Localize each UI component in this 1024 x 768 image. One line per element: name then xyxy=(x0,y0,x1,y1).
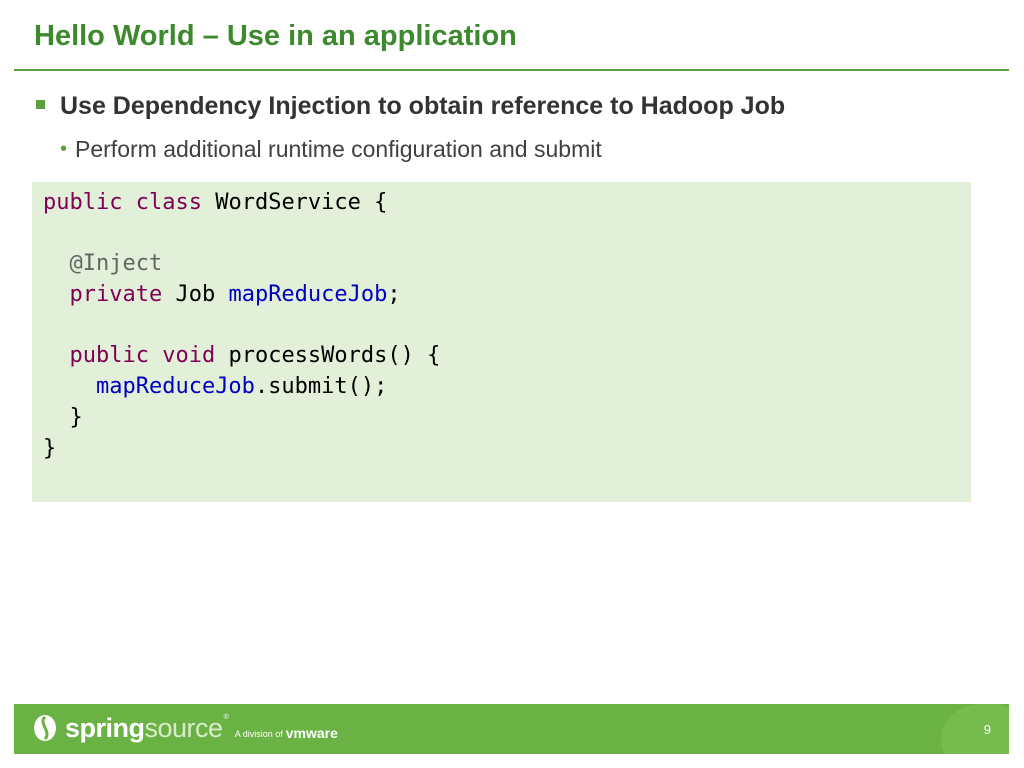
footer-bar: spring source ® A division of vmware 9 xyxy=(14,704,1009,754)
logo-trademark: ® xyxy=(223,714,229,721)
page-number: 9 xyxy=(983,722,991,737)
code-line: public class WordService { xyxy=(43,188,971,219)
code-token: @Inject xyxy=(69,251,163,277)
vmware-logo-text: vmware xyxy=(285,725,338,741)
bullet-level-1: Use Dependency Injection to obtain refer… xyxy=(36,89,785,123)
bullet-level-1-text: Use Dependency Injection to obtain refer… xyxy=(60,91,786,120)
code-token: mapReduceJob xyxy=(95,374,255,400)
code-token: public xyxy=(43,190,123,215)
bullet-level-2: • Perform additional runtime configurati… xyxy=(60,134,602,164)
code-block: public class WordService { @Inject priva… xyxy=(32,182,971,502)
code-token: mapReduceJob xyxy=(228,282,388,308)
code-line: private Job mapReduceJob; xyxy=(43,280,971,311)
code-token: class xyxy=(135,190,202,215)
code-token: private xyxy=(69,282,163,308)
code-line: @Inject xyxy=(43,249,971,280)
logo-source-text: source xyxy=(144,713,224,743)
code-token: WordService { xyxy=(201,190,388,215)
code-token: .submit(); xyxy=(254,374,388,400)
slide-title: Hello World – Use in an application xyxy=(34,20,517,52)
code-token: } xyxy=(43,435,57,461)
code-line: mapReduceJob.submit(); xyxy=(43,372,971,403)
code-token: Job xyxy=(162,282,229,308)
code-line: public void processWords() { xyxy=(43,341,971,372)
green-square-bullet-icon xyxy=(36,99,45,109)
springsource-logo: spring source ® A division of vmware xyxy=(32,714,338,742)
logo-spring-text: spring xyxy=(65,713,145,743)
code-token: processWords() { xyxy=(215,343,441,369)
code-token: ; xyxy=(387,282,401,308)
code-token: void xyxy=(162,343,216,369)
bullet-level-2-text: Perform additional runtime configuration… xyxy=(75,135,602,162)
springsource-leaf-icon xyxy=(34,715,56,741)
leaf-decoration xyxy=(941,704,1009,754)
code-token: public xyxy=(69,343,149,369)
division-text: A division of xyxy=(234,729,283,739)
code-line: } xyxy=(43,434,971,465)
code-token: } xyxy=(43,404,83,430)
green-dot-bullet-icon: • xyxy=(60,137,68,160)
code-line: } xyxy=(43,403,971,434)
title-divider xyxy=(14,69,1009,71)
